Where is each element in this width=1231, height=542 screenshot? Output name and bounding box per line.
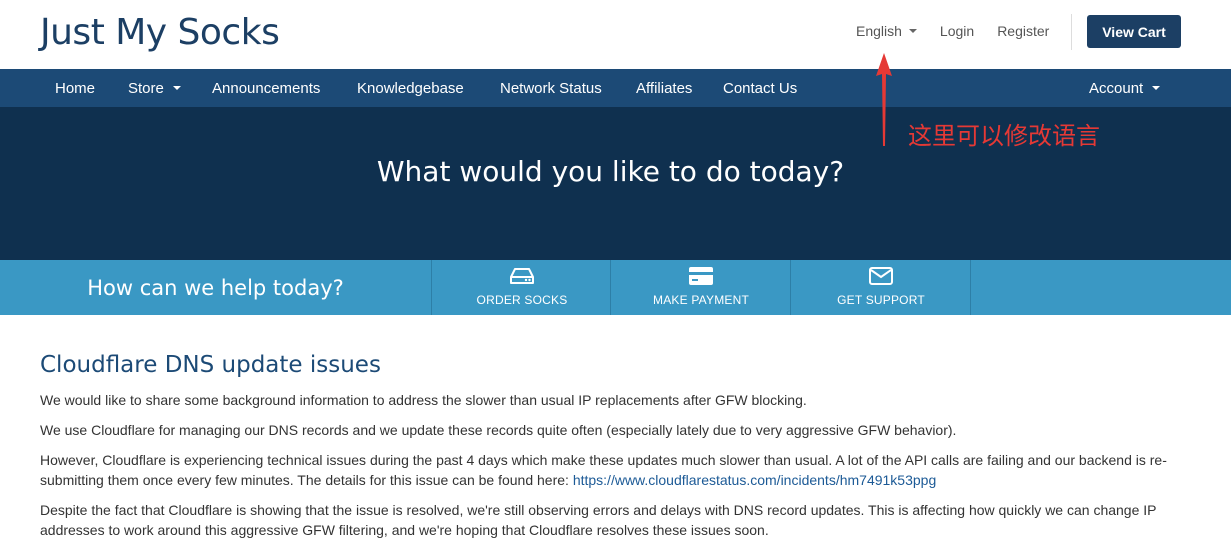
make-payment-label: MAKE PAYMENT (653, 293, 749, 307)
announcement-paragraph-1: We would like to share some background i… (40, 392, 807, 408)
annotation-arrow-icon (876, 53, 892, 146)
help-bar-divider (970, 260, 971, 315)
site-logo[interactable]: Just My Socks (40, 12, 280, 53)
site-header: Just My Socks English Login Register Vie… (0, 0, 1231, 69)
register-link[interactable]: Register (997, 21, 1049, 41)
make-payment-button[interactable]: MAKE PAYMENT (610, 260, 790, 315)
nav-home-label: Home (55, 79, 96, 97)
view-cart-button[interactable]: View Cart (1087, 15, 1181, 48)
announcement-paragraph-2: We use Cloudflare for managing our DNS r… (40, 422, 957, 438)
annotation-text: 这里可以修改语言 (908, 122, 1100, 150)
nav-affiliates[interactable]: Affiliates (636, 69, 692, 107)
nav-store[interactable]: Store (128, 69, 181, 107)
nav-contact-us[interactable]: Contact Us (723, 69, 797, 107)
hero-title: What would you like to do today? (376, 155, 845, 188)
nav-home[interactable]: Home (55, 69, 95, 107)
language-label: English (856, 23, 902, 39)
nav-affiliates-label: Affiliates (636, 79, 693, 97)
announcement-title[interactable]: Cloudflare DNS update issues (40, 352, 1190, 378)
top-links: English Login Register (856, 21, 1072, 41)
server-drive-icon (510, 268, 534, 284)
envelope-icon (869, 267, 893, 285)
cloudflare-status-link[interactable]: https://www.cloudflarestatus.com/inciden… (573, 472, 936, 488)
order-socks-button[interactable]: ORDER SOCKS (431, 260, 611, 315)
nav-contact-us-label: Contact Us (723, 79, 798, 97)
caret-down-icon (172, 86, 181, 90)
login-link[interactable]: Login (940, 21, 974, 41)
nav-network-status[interactable]: Network Status (500, 69, 602, 107)
get-support-button[interactable]: GET SUPPORT (790, 260, 970, 315)
nav-account[interactable]: Account (1089, 69, 1161, 107)
order-socks-label: ORDER SOCKS (476, 293, 568, 307)
nav-announcements-label: Announcements (212, 79, 321, 97)
announcement: Cloudflare DNS update issues We would li… (40, 352, 1190, 542)
nav-knowledgebase[interactable]: Knowledgebase (357, 69, 464, 107)
nav-knowledgebase-label: Knowledgebase (357, 79, 464, 97)
language-selector[interactable]: English (856, 21, 917, 41)
caret-down-icon (908, 29, 917, 33)
nav-network-status-label: Network Status (500, 79, 602, 97)
help-label: How can we help today? (87, 275, 344, 300)
nav-store-label: Store (128, 79, 164, 97)
help-bar: How can we help today? ORDER SOCKS MAKE … (0, 260, 1231, 315)
announcement-paragraph-4: Despite the fact that Cloudflare is show… (40, 502, 1157, 538)
credit-card-icon (689, 267, 713, 285)
nav-announcements[interactable]: Announcements (212, 69, 320, 107)
header-divider (1071, 14, 1072, 50)
announcement-paragraph-3: However, Cloudflare is experiencing tech… (40, 450, 1190, 490)
caret-down-icon (1152, 86, 1161, 90)
get-support-label: GET SUPPORT (837, 293, 925, 307)
main-navbar: Home Store Announcements Knowledgebase N… (0, 69, 1231, 107)
nav-account-label: Account (1089, 79, 1144, 97)
